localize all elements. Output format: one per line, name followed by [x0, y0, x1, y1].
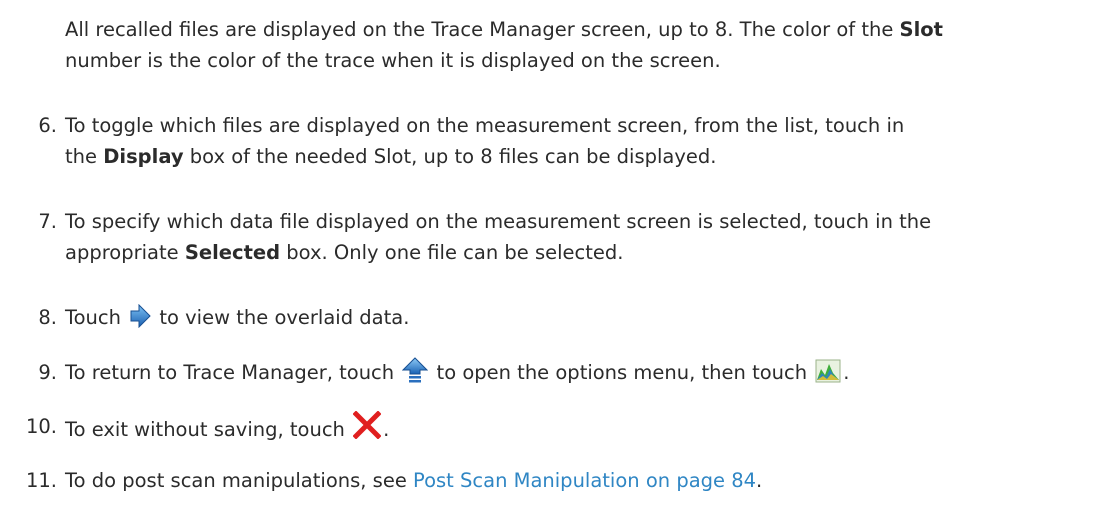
step-number: 9. — [38, 361, 57, 384]
step-7-line-2: appropriate Selected box. Only one file … — [65, 237, 1110, 268]
step-6-text-b: box of the needed Slot, up to 8 files ca… — [183, 145, 717, 168]
step-text: To return to Trace Manager, touch to ope… — [65, 357, 1110, 392]
selected-term: Selected — [184, 241, 281, 264]
intro-text: All recalled files are displayed on the … — [65, 18, 900, 41]
step-number: 6. — [38, 114, 57, 137]
step-7-text-a: appropriate — [65, 241, 185, 264]
step-number: 7. — [38, 210, 57, 233]
step-11-text-a: To do post scan manipulations, see — [65, 469, 414, 492]
step-8-text-b: to view the overlaid data. — [153, 306, 410, 329]
step-text: To do post scan manipulations, see Post … — [65, 465, 1110, 496]
step-7-text-b: box. Only one file can be selected. — [280, 241, 624, 264]
step-6-text-a: the — [65, 145, 104, 168]
step-6-line-2: the Display box of the needed Slot, up t… — [65, 141, 1110, 172]
slot-term: Slot — [899, 18, 943, 41]
step-10-text-a: To exit without saving, touch — [65, 418, 352, 441]
post-scan-manipulation-link[interactable]: Post Scan Manipulation on page 84 — [413, 469, 756, 492]
step-7-line-1: To specify which data file displayed on … — [65, 210, 932, 233]
intro-line-1: All recalled files are displayed on the … — [65, 14, 1115, 45]
trace-manager-chart-icon — [815, 359, 841, 392]
step-9-text-c: . — [843, 361, 850, 384]
intro-paragraph: All recalled files are displayed on the … — [65, 14, 1115, 76]
blue-right-arrow-icon — [129, 303, 151, 337]
step-text: To specify which data file displayed on … — [65, 206, 1110, 268]
step-number: 11. — [25, 469, 57, 492]
red-x-close-icon — [352, 410, 382, 448]
step-text: Touch to view the overlaid data. — [65, 302, 1110, 337]
step-number: 10. — [25, 415, 57, 438]
options-menu-up-arrow-icon — [402, 357, 429, 392]
step-11-text-b: . — [756, 469, 763, 492]
step-text: To toggle which files are displayed on t… — [65, 110, 1110, 172]
display-term: Display — [103, 145, 184, 168]
step-9-text-a: To return to Trace Manager, touch — [65, 361, 401, 384]
step-number: 8. — [38, 306, 57, 329]
step-text: To exit without saving, touch . — [65, 410, 1110, 448]
step-6-line-1: To toggle which files are displayed on t… — [65, 114, 905, 137]
step-10-text-b: . — [383, 418, 390, 441]
intro-line-2: number is the color of the trace when it… — [65, 49, 721, 72]
step-9-text-b: to open the options menu, then touch — [430, 361, 814, 384]
step-8-text-a: Touch — [65, 306, 128, 329]
